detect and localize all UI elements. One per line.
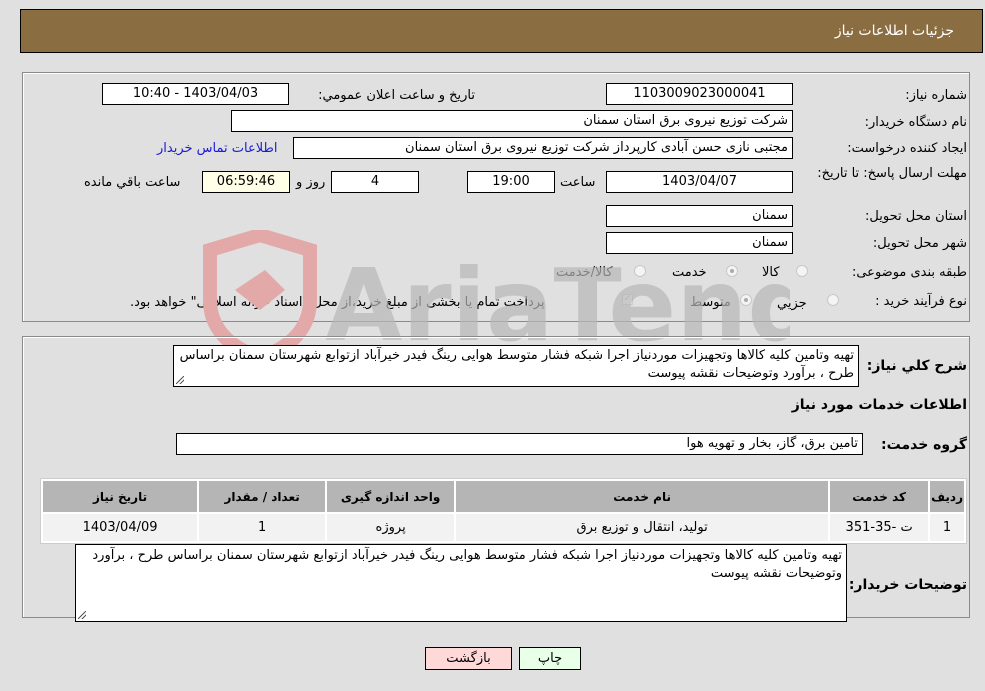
cell-service-code: ت -35-351 — [830, 514, 929, 541]
category-radio-goods[interactable] — [796, 265, 808, 277]
need-number-field: 1103009023000041 — [606, 83, 793, 105]
purchase-type-label: نوع فرآیند خرید : — [875, 294, 967, 309]
purchase-type-radio-medium[interactable] — [740, 294, 752, 306]
buyer-org-label: نام دستگاه خریدار: — [864, 115, 967, 130]
col-header-row-number: ردیف — [930, 481, 964, 512]
deadline-time-field: 19:00 — [467, 171, 555, 193]
delivery-city-label: شهر محل تحویل: — [872, 236, 967, 251]
deadline-label: مهلت ارسال پاسخ: تا تاریخ: — [817, 166, 967, 181]
cell-row-number: 1 — [930, 514, 964, 541]
col-header-unit: واحد اندازه گیری — [327, 481, 455, 512]
buyer-notes-field[interactable]: تهیه وتامین کلیه کالاها وتجهیزات موردنیا… — [75, 544, 847, 622]
delivery-province-field: سمنان — [606, 205, 793, 227]
category-radio-goods-service[interactable] — [634, 265, 646, 277]
purchase-type-option-minor: جزيي — [777, 296, 807, 311]
buyer-notes-text: تهیه وتامین کلیه کالاها وتجهیزات موردنیا… — [92, 548, 842, 581]
print-button[interactable]: چاپ — [519, 647, 581, 670]
days-label: روز و — [296, 175, 326, 190]
remaining-time-label: ساعت باقي مانده — [84, 175, 181, 190]
buyer-contact-link[interactable]: اطلاعات تماس خریدار — [157, 141, 277, 156]
deadline-time-label: ساعت — [560, 175, 596, 190]
services-section-title: اطلاعات خدمات مورد نیاز — [791, 397, 967, 413]
col-header-quantity: تعداد / مقدار — [199, 481, 326, 512]
cell-unit: پروژه — [327, 514, 455, 541]
purchase-type-radio-minor[interactable] — [827, 294, 839, 306]
remaining-days-field: 4 — [331, 171, 419, 193]
announce-datetime-field: 1403/04/03 - 10:40 — [102, 83, 289, 105]
requester-label: ایجاد کننده درخواست: — [847, 141, 967, 156]
back-button[interactable]: بازگشت — [425, 647, 512, 670]
cell-service-name: تولید، انتقال و توزیع برق — [456, 514, 829, 541]
description-text: تهیه وتامین کلیه کالاها وتجهیزات موردنیا… — [179, 348, 854, 381]
resize-grip-icon[interactable] — [176, 376, 184, 384]
service-group-field: تامین برق، گاز، بخار و تهویه هوا — [176, 433, 863, 455]
category-option-goods-service: کالا/خدمت — [556, 265, 613, 280]
category-radio-service[interactable] — [726, 265, 738, 277]
deadline-date-field: 1403/04/07 — [606, 171, 793, 193]
cell-quantity: 1 — [199, 514, 326, 541]
page-title: جزئیات اطلاعات نیاز — [834, 23, 954, 39]
delivery-city-field: سمنان — [606, 232, 793, 254]
delivery-province-label: استان محل تحویل: — [865, 209, 967, 224]
category-label: طبقه بندی موضوعی: — [851, 265, 967, 280]
buyer-notes-label: توضیحات خریدار: — [848, 577, 967, 593]
col-header-service-name: نام خدمت — [456, 481, 829, 512]
services-table: ردیف کد خدمت نام خدمت واحد اندازه گیری ت… — [40, 478, 967, 544]
remaining-time-field: 06:59:46 — [202, 171, 290, 193]
need-number-label: شماره نیاز: — [905, 88, 967, 103]
category-option-goods: کالا — [762, 265, 780, 280]
treasury-checkbox[interactable]: ✓ — [622, 294, 633, 305]
announce-datetime-label: تاریخ و ساعت اعلان عمومي: — [318, 88, 475, 103]
resize-grip-icon[interactable] — [78, 611, 86, 619]
table-row: 1 ت -35-351 تولید، انتقال و توزیع برق پر… — [43, 514, 964, 541]
page-header: جزئیات اطلاعات نیاز — [20, 9, 983, 53]
requester-field: مجتبی نازی حسن آبادی کارپرداز شرکت توزیع… — [293, 137, 793, 159]
col-header-need-date: تاریخ نیاز — [43, 481, 198, 512]
buyer-org-field: شرکت توزیع نیروی برق استان سمنان — [231, 110, 793, 132]
cell-need-date: 1403/04/09 — [43, 514, 198, 541]
description-label: شرح کلي نیاز: — [866, 358, 967, 374]
treasury-note: پرداخت تمام یا بخشی از مبلغ خرید،از محل … — [130, 295, 545, 310]
col-header-service-code: کد خدمت — [830, 481, 929, 512]
description-field[interactable]: تهیه وتامین کلیه کالاها وتجهیزات موردنیا… — [173, 345, 859, 387]
service-group-label: گروه خدمت: — [881, 437, 967, 453]
table-header-row: ردیف کد خدمت نام خدمت واحد اندازه گیری ت… — [43, 481, 964, 512]
purchase-type-option-medium: متوسط — [690, 295, 731, 310]
category-option-service: خدمت — [672, 265, 707, 280]
